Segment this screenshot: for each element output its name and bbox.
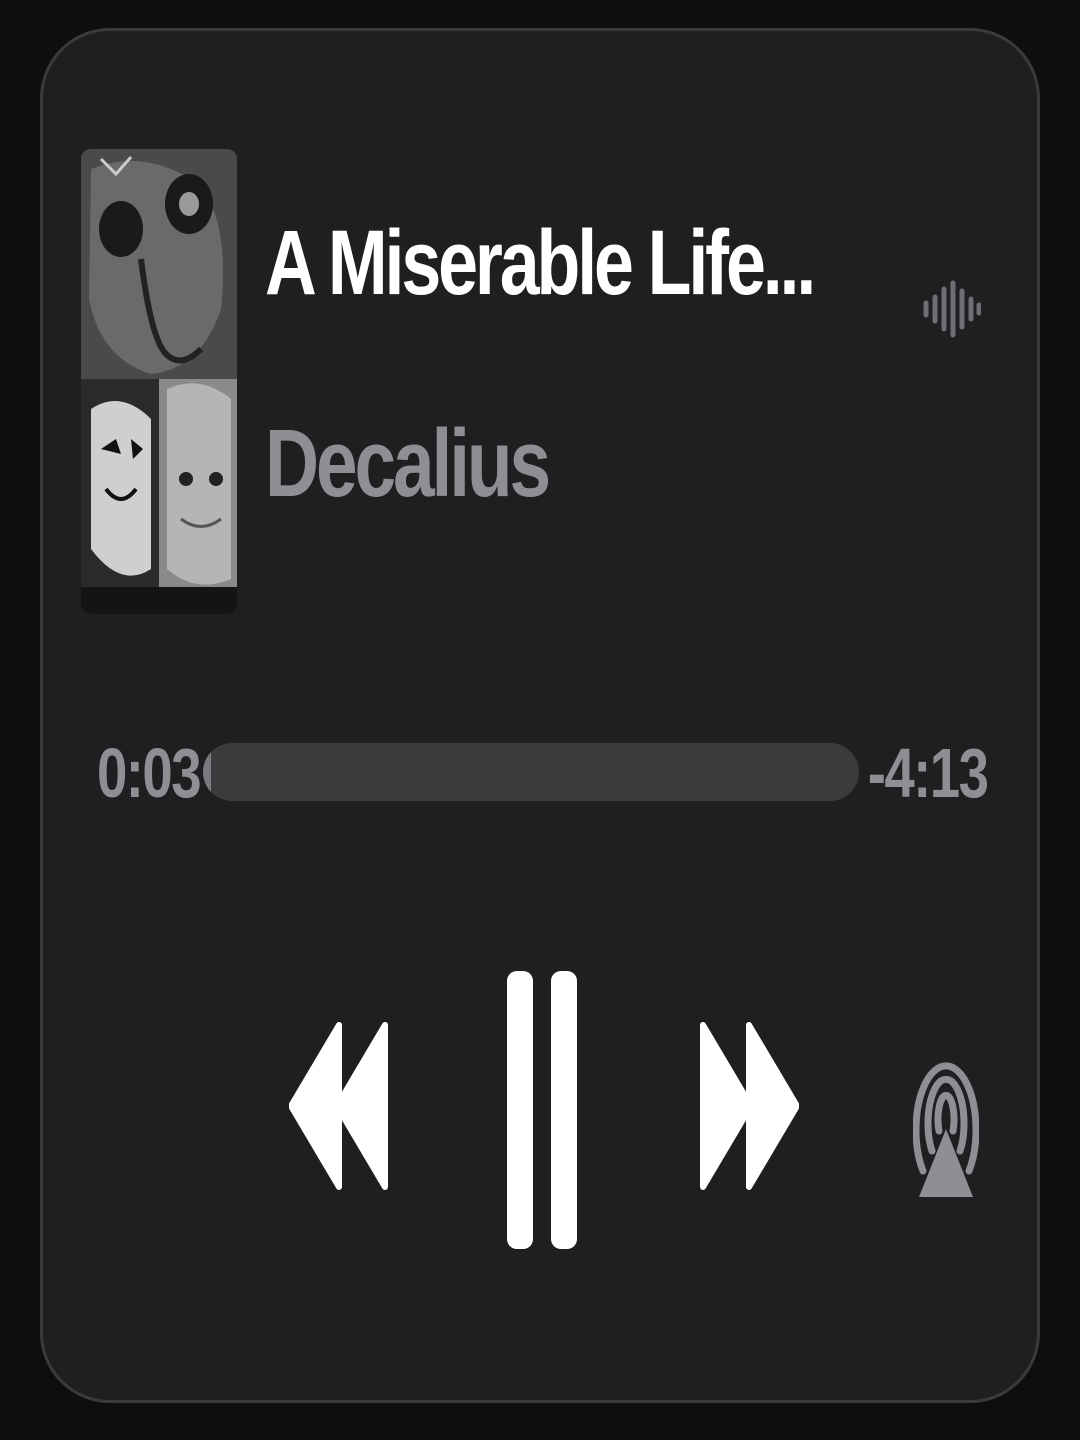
now-playing-widget: A Miserable Life... Decalius 0:03 -4:13: [40, 28, 1040, 1403]
elapsed-time: 0:03: [97, 734, 202, 812]
airplay-button[interactable]: [912, 1021, 980, 1206]
pause-icon: [507, 971, 577, 1249]
progress-bar[interactable]: [203, 743, 859, 801]
album-art[interactable]: [81, 149, 237, 614]
forward-icon: [700, 1022, 800, 1190]
artist-name[interactable]: Decalius: [265, 409, 551, 519]
pause-button[interactable]: [505, 969, 579, 1256]
remaining-time: -4:13: [867, 734, 988, 812]
progress-fill: [203, 743, 211, 801]
rewind-button[interactable]: [288, 1021, 389, 1196]
airplay-icon: [912, 1062, 980, 1197]
backward-icon: [288, 1022, 388, 1190]
waveform-icon: [921, 279, 982, 344]
forward-button[interactable]: [699, 1021, 800, 1196]
track-title: A Miserable Life...: [265, 212, 816, 314]
